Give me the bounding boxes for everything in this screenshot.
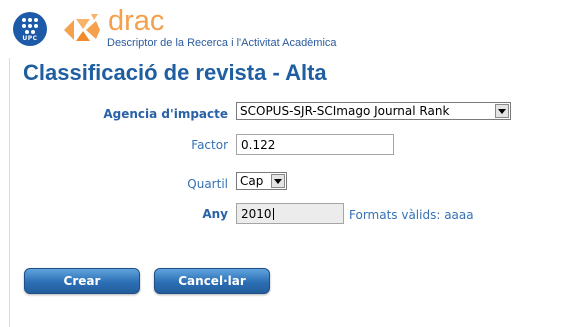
year-label: Any bbox=[202, 207, 228, 221]
text-cursor bbox=[272, 208, 274, 220]
agency-select-value: SCOPUS-SJR-SCImago Journal Rank bbox=[240, 104, 450, 118]
upc-logo-text: UPC bbox=[22, 35, 38, 42]
factor-input[interactable]: 0.122 bbox=[236, 134, 394, 155]
quartile-select-value: Cap bbox=[240, 174, 264, 188]
app-name: drac bbox=[108, 5, 165, 37]
chevron-down-icon[interactable] bbox=[495, 104, 509, 118]
drac-logo-icon bbox=[64, 14, 100, 41]
year-format-hint: Formats vàlids: aaaa bbox=[349, 208, 474, 222]
header: UPC drac Descriptor de la Recerca i l'Ac… bbox=[0, 0, 570, 58]
page-title: Classificació de revista - Alta bbox=[23, 60, 327, 85]
factor-label: Factor bbox=[191, 138, 228, 152]
agency-label: Agencia d'impacte bbox=[103, 107, 228, 121]
year-input-value: 2010 bbox=[241, 207, 272, 221]
left-divider bbox=[9, 58, 10, 327]
create-button[interactable]: Crear bbox=[24, 268, 140, 294]
cancel-button[interactable]: Cancel·lar bbox=[154, 268, 270, 294]
chevron-down-icon[interactable] bbox=[271, 174, 285, 188]
year-input[interactable]: 2010 bbox=[236, 203, 344, 224]
agency-select[interactable]: SCOPUS-SJR-SCImago Journal Rank bbox=[236, 102, 511, 120]
app-subtitle: Descriptor de la Recerca i l'Activitat A… bbox=[107, 37, 337, 49]
quartile-select[interactable]: Cap bbox=[236, 172, 287, 190]
quartile-label: Quartil bbox=[187, 177, 228, 191]
upc-logo[interactable]: UPC bbox=[13, 12, 47, 46]
factor-input-value: 0.122 bbox=[241, 138, 276, 152]
